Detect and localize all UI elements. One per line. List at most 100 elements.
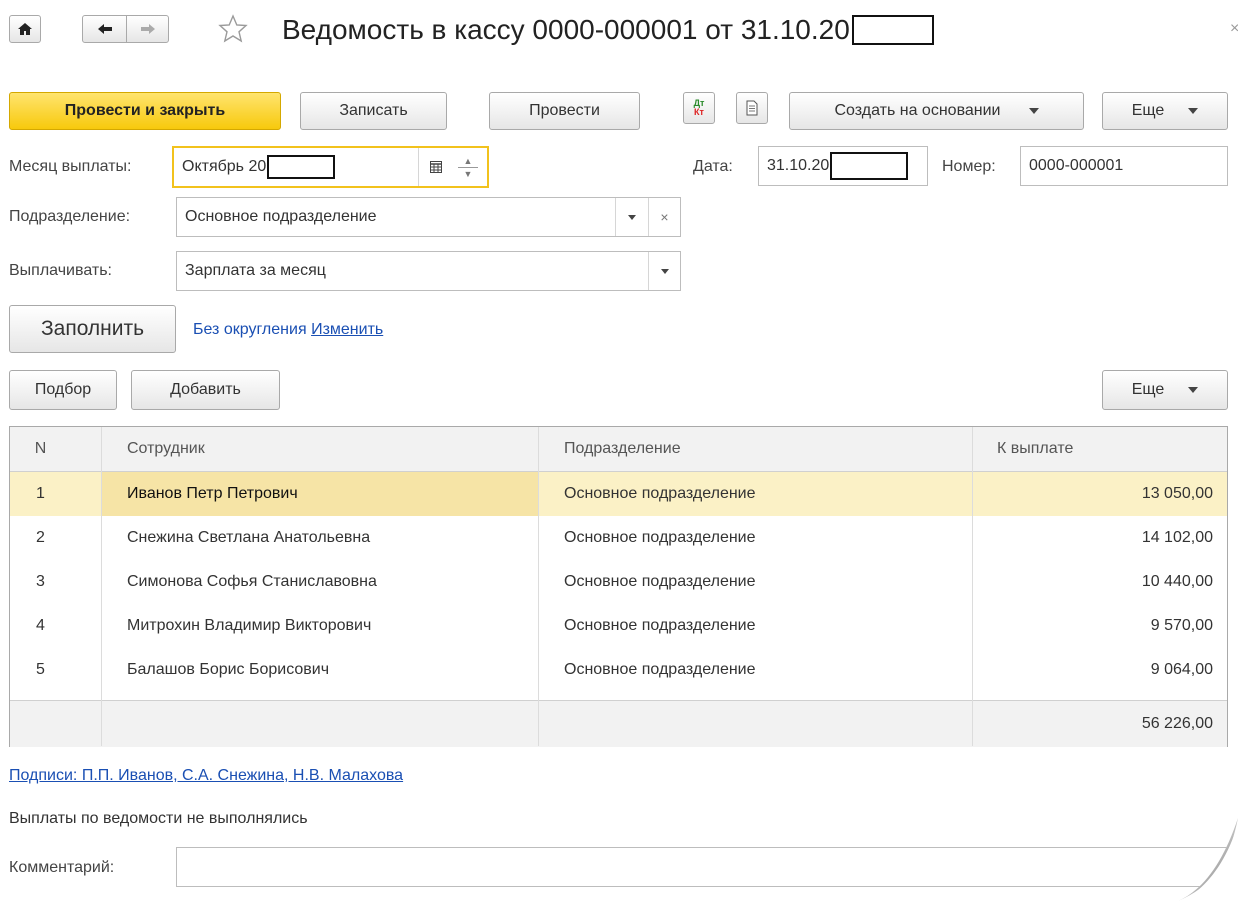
table-footer: 56 226,00 xyxy=(10,700,1227,747)
create-based-on-button[interactable]: Создать на основании xyxy=(789,92,1084,130)
number-label: Номер: xyxy=(942,158,996,175)
row-amount[interactable]: 9 570,00 xyxy=(972,604,1227,648)
chevron-down-icon xyxy=(1028,108,1039,114)
row-division[interactable]: Основное подразделение xyxy=(538,560,972,604)
date-label: Дата: xyxy=(693,158,733,175)
chevron-down-icon xyxy=(1188,108,1199,114)
pick-button[interactable]: Подбор xyxy=(9,370,117,410)
forward-button[interactable] xyxy=(126,15,169,43)
rounding-info: Без округления Изменить xyxy=(193,321,383,339)
row-division[interactable]: Основное подразделение xyxy=(538,648,972,692)
column-divider xyxy=(972,427,973,746)
row-employee[interactable]: Митрохин Владимир Викторович xyxy=(101,604,538,648)
row-employee[interactable]: Балашов Борис Борисович xyxy=(101,648,538,692)
pay-field[interactable]: Зарплата за месяц xyxy=(176,251,681,291)
table-row[interactable]: 1 Иванов Петр Петрович Основное подразде… xyxy=(10,472,1227,516)
table-row[interactable]: 3 Симонова Софья Станиславовна Основное … xyxy=(10,560,1227,604)
print-document-button[interactable] xyxy=(736,92,768,124)
post-button[interactable]: Провести xyxy=(489,92,640,130)
payment-status-text: Выплаты по ведомости не выполнялись xyxy=(9,810,308,827)
close-icon[interactable]: × xyxy=(1230,20,1238,38)
chevron-down-icon xyxy=(660,268,669,274)
row-number: 1 xyxy=(36,485,45,502)
arrow-right-icon xyxy=(140,24,155,34)
row-number: 5 xyxy=(36,661,45,678)
row-amount[interactable]: 9 064,00 xyxy=(972,648,1227,692)
row-employee[interactable]: Снежина Светлана Анатольевна xyxy=(101,516,538,560)
row-number: 2 xyxy=(36,529,45,546)
table-row[interactable]: 2 Снежина Светлана Анатольевна Основное … xyxy=(10,516,1227,560)
pay-dropdown-button[interactable] xyxy=(648,252,680,290)
redaction-box xyxy=(267,155,336,179)
signatures-link[interactable]: Подписи: П.П. Иванов, С.А. Снежина, Н.В.… xyxy=(9,767,403,785)
row-division[interactable]: Основное подразделение xyxy=(538,516,972,560)
month-value: Октябрь 20 xyxy=(182,158,267,175)
dt-kt-icon: Дт Кт xyxy=(694,99,705,117)
chevron-down-icon xyxy=(628,214,636,220)
row-number: 3 xyxy=(36,573,45,590)
fill-button[interactable]: Заполнить xyxy=(9,305,176,353)
division-clear-button[interactable]: × xyxy=(648,198,680,236)
document-icon xyxy=(746,100,758,116)
header-employee[interactable]: Сотрудник xyxy=(101,427,538,471)
division-dropdown-button[interactable] xyxy=(615,198,648,236)
add-row-button[interactable]: Добавить xyxy=(131,370,280,410)
home-button[interactable] xyxy=(9,15,41,43)
spin-up-icon[interactable]: ▲ xyxy=(464,156,473,166)
row-employee[interactable]: Иванов Петр Петрович xyxy=(101,472,538,516)
column-divider xyxy=(538,427,539,746)
window-title-text: Ведомость в кассу 0000-000001 от 31.10.2… xyxy=(282,14,850,45)
redaction-box xyxy=(830,152,909,180)
calendar-icon xyxy=(430,161,442,173)
arrow-left-icon xyxy=(97,24,112,34)
payroll-table[interactable]: N Сотрудник Подразделение К выплате 1 Ив… xyxy=(9,426,1228,747)
footer-total: 56 226,00 xyxy=(1141,715,1213,732)
clear-icon: × xyxy=(660,209,669,225)
page-curl-decoration xyxy=(1178,818,1238,901)
table-more-label: Еще xyxy=(1131,381,1165,398)
window-title: Ведомость в кассу 0000-000001 от 31.10.2… xyxy=(282,12,934,48)
column-divider xyxy=(101,427,102,746)
number-value: 0000-000001 xyxy=(1029,157,1124,174)
dt-kt-button[interactable]: Дт Кт xyxy=(683,92,715,124)
row-division[interactable]: Основное подразделение xyxy=(538,604,972,648)
month-label: Месяц выплаты: xyxy=(9,158,132,175)
number-field[interactable]: 0000-000001 xyxy=(1020,146,1228,186)
spin-down-icon[interactable]: ▼ xyxy=(464,169,473,179)
comment-label: Комментарий: xyxy=(9,859,115,876)
rounding-text: Без округления xyxy=(193,321,307,338)
row-employee[interactable]: Симонова Софья Станиславовна xyxy=(101,560,538,604)
redaction-box xyxy=(851,15,934,45)
comment-field[interactable] xyxy=(176,847,1228,887)
more-label: Еще xyxy=(1131,102,1165,119)
calendar-button[interactable] xyxy=(418,148,453,186)
header-amount[interactable]: К выплате xyxy=(972,427,1227,471)
date-value: 31.10.20 xyxy=(767,157,830,174)
header-n[interactable]: N xyxy=(10,427,101,471)
row-number: 4 xyxy=(36,617,45,634)
table-more-button[interactable]: Еще xyxy=(1102,370,1228,410)
favorite-star-button[interactable] xyxy=(218,14,250,46)
table-row[interactable]: 5 Балашов Борис Борисович Основное подра… xyxy=(10,648,1227,692)
header-division[interactable]: Подразделение xyxy=(538,427,972,471)
kt-label: Кт xyxy=(694,107,704,117)
division-value: Основное подразделение xyxy=(185,208,377,225)
row-amount[interactable]: 10 440,00 xyxy=(972,560,1227,604)
pay-label: Выплачивать: xyxy=(9,262,112,279)
row-amount[interactable]: 13 050,00 xyxy=(972,472,1227,516)
table-header: N Сотрудник Подразделение К выплате xyxy=(10,427,1227,472)
save-button[interactable]: Записать xyxy=(300,92,447,130)
back-button[interactable] xyxy=(82,15,127,43)
date-field[interactable]: 31.10.20 xyxy=(758,146,928,186)
post-and-close-button[interactable]: Провести и закрыть xyxy=(9,92,281,130)
home-icon xyxy=(18,23,32,35)
rounding-change-link[interactable]: Изменить xyxy=(311,321,383,338)
division-field[interactable]: Основное подразделение xyxy=(176,197,681,237)
spin-separator xyxy=(458,166,478,168)
row-amount[interactable]: 14 102,00 xyxy=(972,516,1227,560)
division-label: Подразделение: xyxy=(9,208,131,225)
table-row[interactable]: 4 Митрохин Владимир Викторович Основное … xyxy=(10,604,1227,648)
month-spinner[interactable]: ▲ ▼ xyxy=(452,150,484,184)
row-division[interactable]: Основное подразделение xyxy=(538,472,972,516)
more-actions-button[interactable]: Еще xyxy=(1102,92,1228,130)
